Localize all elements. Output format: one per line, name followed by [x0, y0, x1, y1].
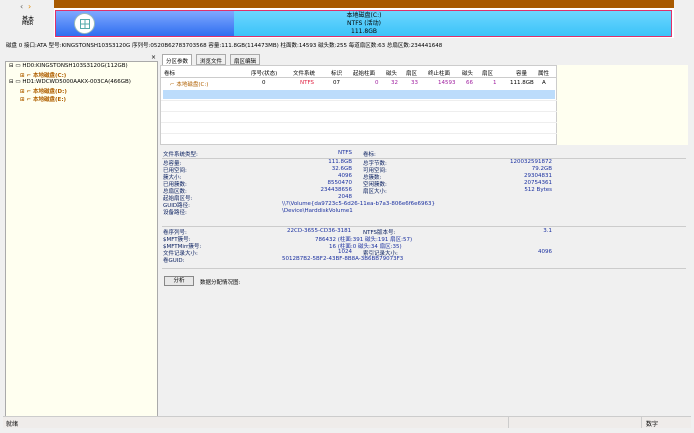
free-clusters-value: 20754361 — [524, 180, 552, 186]
start-sector-value: 2048 — [338, 194, 352, 200]
col-header[interactable]: 标识 — [331, 69, 342, 77]
cell-fs: NTFS — [300, 80, 315, 86]
tree-item-d[interactable]: ⊞ ⌐ 本地磁盘(D:) — [20, 87, 67, 95]
cell-end-head: 66 — [466, 80, 473, 86]
unallocated-bar — [54, 0, 674, 8]
table-row[interactable] — [163, 90, 555, 99]
cell-capacity: 111.8GB — [510, 80, 534, 86]
tab-partition-params[interactable]: 分区参数 — [162, 54, 193, 65]
right-panel: 分区参数 浏览文件 扇区编辑 卷标 序号(状态) 文件系统 标识 起始柱面 磁头… — [160, 54, 688, 416]
col-header[interactable]: 卷标 — [164, 69, 175, 77]
tree-item-hd0[interactable]: ⊟ ▭ HD0:KINGSTONSH103S3120G(112GB) — [9, 63, 128, 69]
cell-volume: ⌐ 本地磁盘(C:) — [170, 82, 209, 88]
device-path-value: \Device\HarddiskVolume1 — [282, 208, 353, 214]
total-clusters-value: 29304831 — [524, 173, 552, 179]
sector-size-label: 扇区大小: — [363, 189, 387, 195]
col-header[interactable]: 文件系统 — [293, 69, 315, 77]
close-icon[interactable]: × — [151, 54, 156, 61]
sector-size-value: 512 Bytes — [524, 187, 552, 193]
col-header[interactable]: 磁头 — [462, 69, 473, 77]
total-bytes-value: 120032591872 — [510, 159, 552, 165]
tree-item-e[interactable]: ⊞ ⌐ 本地磁盘(E:) — [20, 95, 66, 103]
guid-path-value: \\?\Volume{da9723c5-6d26-11ea-b7a3-806e6… — [282, 201, 436, 207]
cell-id: 07 — [333, 80, 340, 86]
cell-start-cyl: 0 — [375, 80, 379, 86]
volume-guid-value: 5012B7B2-5BF2-43BF-8B8A-3B6BB79073F3 — [282, 256, 404, 262]
disk-tree[interactable] — [5, 55, 158, 418]
partition-highlight — [56, 11, 234, 36]
col-header[interactable]: 扇区 — [482, 69, 493, 77]
col-header[interactable]: 容量 — [516, 69, 527, 77]
distribution-label: 数据分配情况图: — [200, 280, 241, 286]
tab-browse-files[interactable]: 浏览文件 — [196, 54, 227, 65]
col-header[interactable]: 扇区 — [406, 69, 417, 77]
forward-button[interactable]: › — [28, 2, 31, 11]
cell-start-head: 32 — [391, 80, 398, 86]
back-button[interactable]: ‹ — [20, 2, 23, 11]
tree-item-c[interactable]: ⊞ ⌐ 本地磁盘(C:) — [20, 71, 66, 79]
partition-fs: NTFS (活动) — [347, 20, 381, 27]
disk-map: 本地磁盘(C:) NTFS (活动) 111.8GB — [54, 0, 674, 38]
total-sectors-value: 234438656 — [320, 187, 353, 193]
nav-area: ‹ › 基本 MBR — [0, 0, 52, 40]
col-header[interactable]: 磁头 — [386, 69, 397, 77]
cell-attr: A — [542, 80, 546, 86]
partition-table — [160, 65, 558, 145]
free-space-value: 79.2GB — [531, 166, 552, 172]
status-bar: 就绪 数字 — [3, 416, 691, 428]
col-header[interactable]: 属性 — [538, 69, 549, 77]
cluster-size-value: 4096 — [338, 173, 352, 179]
ntfs-version-value: 3.1 — [543, 228, 552, 234]
col-header[interactable]: 终止柱面 — [428, 69, 450, 77]
fs-type-label: 文件系统类型: — [163, 152, 198, 158]
volume-label-label: 卷标: — [363, 152, 376, 158]
partition-name: 本地磁盘(C:) — [346, 12, 382, 19]
cell-end-sector: 1 — [493, 80, 497, 86]
disk-info-line: 磁盘 0 接口:ATA 型号:KINGSTONSH103S3120G 序列号:0… — [6, 43, 443, 49]
partition-c-block[interactable]: 本地磁盘(C:) NTFS (活动) 111.8GB — [55, 10, 672, 37]
status-text: 就绪 — [6, 421, 19, 428]
used-clusters-value: 8550470 — [327, 180, 353, 186]
index-record-size-value: 4096 — [538, 249, 552, 255]
tree-item-hd1[interactable]: ⊟ ▭ HD1:WDCWD5000AAKX-003CA(466GB) — [9, 79, 131, 85]
cell-end-cyl: 14593 — [438, 80, 456, 86]
analyze-button[interactable]: 分析 — [164, 276, 194, 286]
fs-type-value: NTFS — [337, 150, 352, 156]
cell-start-sector: 33 — [411, 80, 418, 86]
col-header[interactable]: 起始柱面 — [353, 69, 375, 77]
col-header[interactable]: 序号(状态) — [251, 69, 277, 77]
windows-logo-icon — [74, 13, 95, 34]
device-path-label: 设备路径: — [163, 210, 187, 216]
cell-index: 0 — [262, 80, 266, 86]
volume-guid-label: 卷GUID: — [163, 258, 185, 264]
tree-header: × — [5, 54, 158, 62]
file-record-size-value: 1024 — [338, 249, 352, 255]
disk-partition-style: MBR — [22, 21, 34, 27]
numlock-indicator: 数字 — [646, 421, 659, 428]
partition-size: 111.8GB — [351, 28, 377, 35]
total-capacity-value: 111.8GB — [328, 159, 352, 165]
used-space-value: 32.6GB — [331, 166, 352, 172]
tab-sector-editor[interactable]: 扇区编辑 — [230, 54, 261, 65]
serial-value: 22CD-3655-CD36-3181 — [287, 228, 352, 234]
